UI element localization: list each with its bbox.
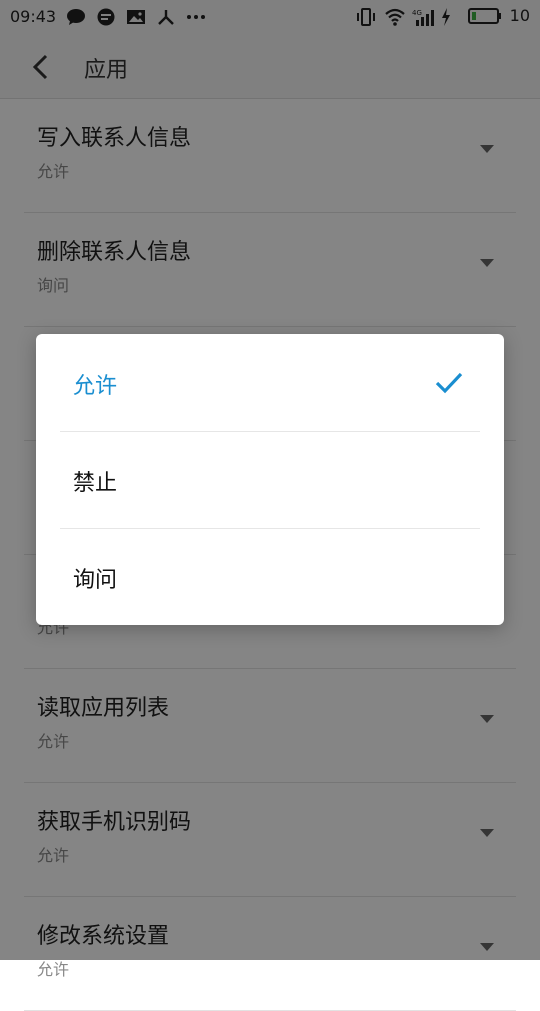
option-label: 询问 [73, 568, 118, 593]
option-label: 禁止 [73, 471, 118, 496]
checkmark-icon [435, 372, 463, 394]
permission-choice-dialog: 允许 禁止 询问 [36, 334, 504, 625]
option-deny[interactable]: 禁止 [36, 431, 504, 528]
option-ask[interactable]: 询问 [36, 528, 504, 625]
option-label: 允许 [73, 374, 118, 399]
option-allow[interactable]: 允许 [36, 334, 504, 431]
